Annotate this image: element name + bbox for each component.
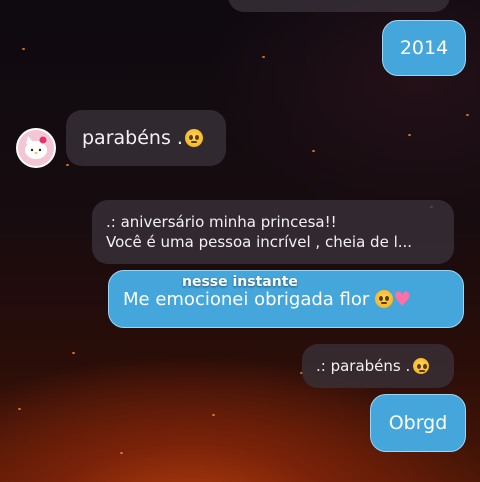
message-bubble-partial [228, 0, 450, 12]
pleading-face-icon [184, 129, 203, 147]
quoted-message-small[interactable]: .: parabéns . [302, 344, 454, 388]
sent-message-text: Me emocionei obrigada flor [123, 288, 370, 310]
caption-overlay: nesse instante [182, 274, 298, 290]
sent-message-thanks[interactable]: Obrgd [370, 394, 466, 452]
sent-message-2014[interactable]: 2014 [382, 20, 466, 76]
quoted-reply-line2: Você é uma pessoa incrível , cheia de l.… [106, 233, 413, 251]
pleading-face-icon [413, 358, 430, 374]
hello-kitty-icon [25, 136, 47, 159]
quoted-message-text: .: parabéns . [316, 357, 411, 375]
received-message-text: parabéns . [82, 127, 183, 149]
avatar[interactable] [16, 128, 56, 168]
quoted-reply-preview[interactable]: .: aniversário minha princesa!! Você é u… [92, 200, 454, 264]
pink-heart-icon: ♥ [393, 287, 412, 311]
sent-message-text: Obrgd [388, 412, 448, 434]
quoted-reply-line1: .: aniversário minha princesa!! [106, 213, 337, 231]
pleading-face-icon [375, 290, 394, 308]
sent-message-text: 2014 [399, 37, 449, 59]
received-message-congrats[interactable]: parabéns . [66, 110, 226, 166]
